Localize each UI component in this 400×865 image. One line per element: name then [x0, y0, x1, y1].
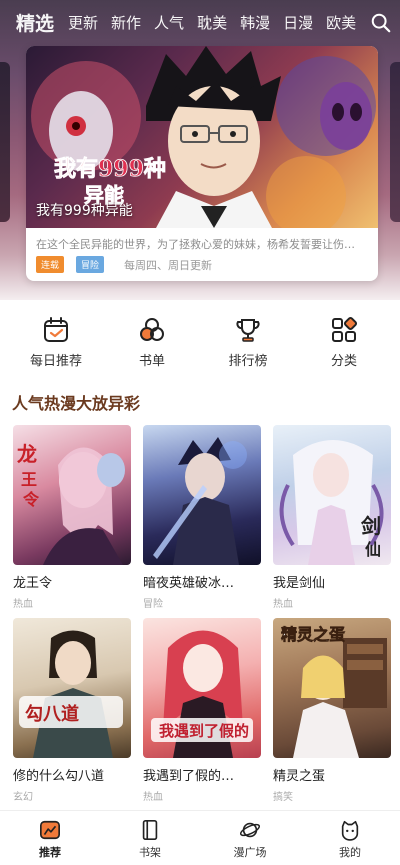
comic-cover: 我遇到了假的 — [143, 618, 261, 758]
svg-text:令: 令 — [22, 490, 40, 509]
svg-text:勾八道: 勾八道 — [25, 703, 79, 725]
tab-korean[interactable]: 韩漫 — [240, 12, 270, 33]
svg-text:精灵之蛋: 精灵之蛋 — [281, 625, 345, 644]
quick-entries: 每日推荐 书单 排行榜 分类 — [0, 300, 400, 378]
trophy-icon — [236, 319, 260, 342]
hero-area: 精选 更新 新作 人气 耽美 韩漫 日漫 欧美 我有999种 异能 我有999种… — [0, 0, 400, 300]
tab-bl[interactable]: 耽美 — [197, 12, 227, 33]
comic-cover: 勾八道 — [13, 618, 131, 758]
comic-card[interactable]: 暗夜英雄破冰… 冒险 — [143, 425, 261, 610]
section-title: 人气热漫大放异彩 — [12, 394, 141, 413]
grid-category-icon — [332, 316, 358, 342]
tab-comic-square-label: 漫广场 — [233, 846, 267, 859]
booklist-label: 书单 — [138, 354, 165, 369]
comic-title: 我遇到了假的… — [143, 769, 235, 784]
comic-genre: 热血 — [13, 599, 33, 610]
comic-cover: 龙 王 令 — [13, 425, 131, 565]
tab-mine-label: 我的 — [339, 846, 361, 859]
daily-recommend-label: 每日推荐 — [29, 354, 82, 369]
comic-genre: 热血 — [273, 599, 293, 610]
comic-card[interactable]: 龙 王 令 龙王令 热血 — [13, 425, 131, 610]
comic-card[interactable]: 剑 仙 我是剑仙 热血 — [273, 425, 391, 610]
comic-cover — [143, 425, 261, 565]
status-badge: 连载 — [36, 256, 65, 273]
tab-mine[interactable]: 我的 — [310, 811, 390, 865]
bottom-tab-bar: 推荐 书架 漫广场 我的 — [0, 810, 400, 865]
comic-card[interactable]: 精灵之蛋 精灵之蛋 搞笑 — [273, 618, 391, 803]
comic-title: 修的什么勾八道 — [13, 769, 105, 784]
comic-title: 暗夜英雄破冰… — [143, 576, 235, 591]
tab-recommend[interactable]: 推荐 — [10, 811, 90, 865]
cat-face-icon — [341, 820, 359, 841]
tab-recommend-label: 推荐 — [39, 846, 61, 859]
svg-text:仙: 仙 — [365, 540, 381, 559]
next-banner-peek[interactable] — [390, 62, 400, 222]
svg-text:我遇到了假的: 我遇到了假的 — [159, 722, 249, 740]
banner-description: 在这个全民异能的世界，为了拯救心爱的妹妹，杨希发誓要让伤… — [36, 238, 355, 251]
recommend-icon — [40, 820, 60, 840]
comic-genre: 热血 — [143, 792, 163, 803]
comic-genre: 玄幻 — [13, 792, 33, 803]
category-button[interactable]: 分类 — [304, 300, 384, 378]
comic-title: 龙王令 — [13, 576, 53, 591]
tab-featured[interactable]: 精选 — [16, 9, 54, 36]
tab-japanese[interactable]: 日漫 — [283, 12, 313, 33]
booklist-button[interactable]: 书单 — [112, 300, 192, 378]
comic-card[interactable]: 勾八道 修的什么勾八道 玄幻 — [13, 618, 131, 803]
comic-card[interactable]: 我遇到了假的 我遇到了假的… 热血 — [143, 618, 261, 803]
tab-bookshelf[interactable]: 书架 — [110, 811, 190, 865]
update-schedule: 每周四、周日更新 — [124, 258, 213, 272]
comic-cover: 精灵之蛋 — [273, 618, 391, 758]
svg-text:龙: 龙 — [17, 442, 37, 466]
prev-banner-peek[interactable] — [0, 62, 10, 222]
calendar-check-icon — [44, 317, 68, 342]
svg-text:王: 王 — [21, 470, 37, 489]
banner-meta: 连载 冒险 每周四、周日更新 — [36, 256, 212, 273]
tab-bookshelf-label: 书架 — [139, 846, 161, 859]
tab-new[interactable]: 新作 — [111, 12, 141, 33]
ranking-button[interactable]: 排行榜 — [208, 300, 288, 378]
category-tabs: 精选 更新 新作 人气 耽美 韩漫 日漫 欧美 — [0, 4, 400, 40]
comic-cover: 剑 仙 — [273, 425, 391, 565]
genre-badge: 冒险 — [76, 256, 105, 273]
category-label: 分类 — [330, 354, 357, 369]
daily-recommend-button[interactable]: 每日推荐 — [16, 300, 96, 378]
comic-title: 我是剑仙 — [273, 576, 326, 591]
banner-title: 我有999种异能 — [36, 203, 133, 219]
featured-banner[interactable]: 我有999种 异能 我有999种异能 在这个全民异能的世界，为了拯救心爱的妹妹，… — [26, 46, 378, 281]
bookshelf-icon — [142, 820, 158, 840]
svg-text:剑: 剑 — [360, 514, 381, 538]
svg-text:我有999种: 我有999种 — [54, 156, 166, 182]
tab-western[interactable]: 欧美 — [326, 12, 356, 33]
comic-title: 精灵之蛋 — [273, 769, 326, 784]
search-icon[interactable] — [370, 12, 392, 34]
planet-icon — [239, 822, 261, 838]
tab-updates[interactable]: 更新 — [68, 12, 98, 33]
comic-genre: 冒险 — [143, 599, 163, 610]
ranking-label: 排行榜 — [228, 354, 268, 369]
tab-popular[interactable]: 人气 — [154, 12, 184, 33]
booklist-icon — [140, 318, 164, 341]
tab-comic-square[interactable]: 漫广场 — [210, 811, 290, 865]
banner-cover-image: 我有999种 异能 我有999种异能 — [26, 46, 378, 228]
comic-genre: 搞笑 — [273, 792, 293, 803]
